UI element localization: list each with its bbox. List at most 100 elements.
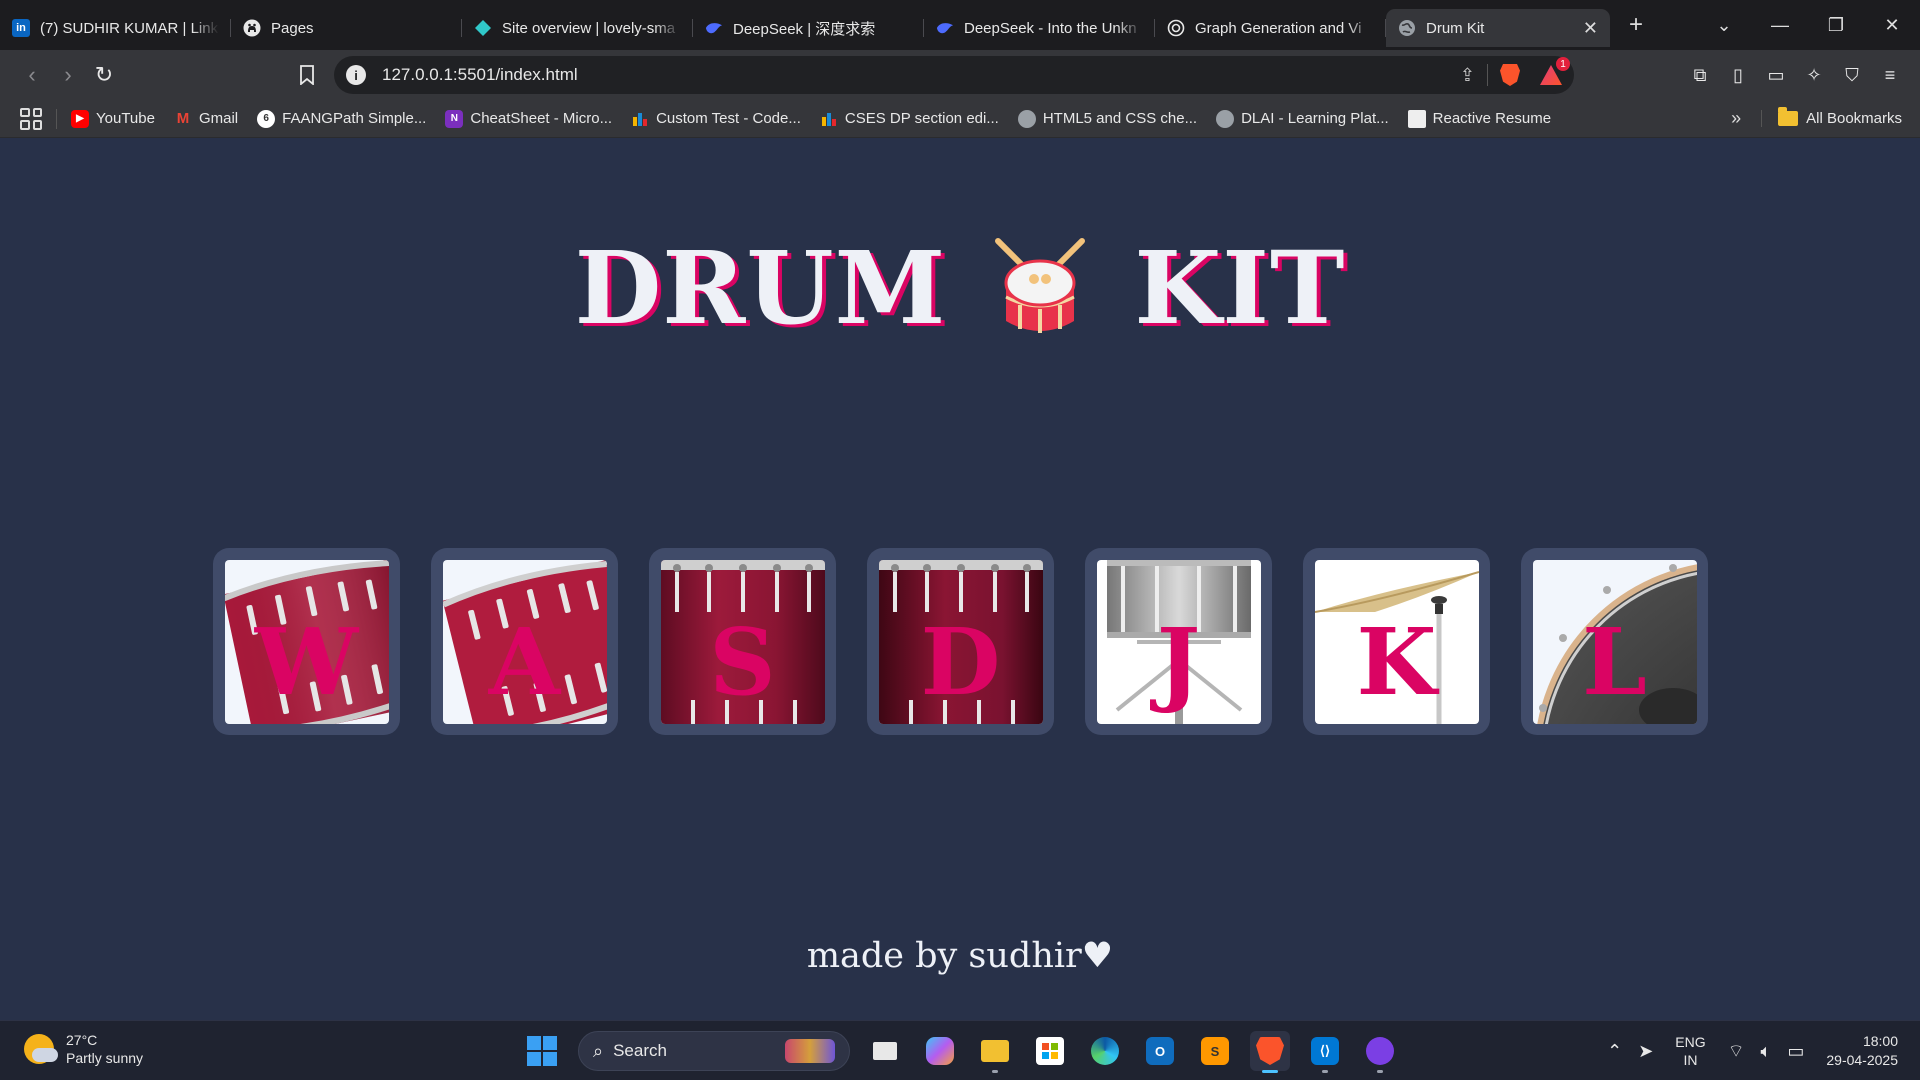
bookmark-label: FAANGPath Simple... bbox=[282, 110, 427, 127]
wifi-icon[interactable]: ⌔ bbox=[1728, 1040, 1745, 1063]
page-title: DRUM KIT bbox=[0, 229, 1920, 347]
weather-condition: Partly sunny bbox=[66, 1050, 144, 1066]
copilot-icon[interactable] bbox=[920, 1031, 960, 1071]
tab-deepseek-2[interactable]: DeepSeek - Into the Unkn bbox=[924, 9, 1155, 47]
drum-key-label: j bbox=[1156, 607, 1201, 716]
tab-github-pages[interactable]: Pages bbox=[231, 9, 462, 47]
language-indicator[interactable]: ENG IN bbox=[1675, 1033, 1705, 1069]
bookmark-page-icon[interactable] bbox=[292, 60, 322, 90]
microsoft-store-icon[interactable] bbox=[1030, 1031, 1070, 1071]
bookmark-reactive-resume[interactable]: Reactive Resume bbox=[1407, 109, 1551, 128]
drum-button-j[interactable]: j bbox=[1085, 548, 1272, 735]
new-tab-button[interactable]: + bbox=[1616, 5, 1656, 45]
all-bookmarks-button[interactable]: All Bookmarks bbox=[1761, 107, 1902, 127]
tab-deepseek[interactable]: DeepSeek | 深度求索 bbox=[693, 9, 924, 47]
brave-browser-icon[interactable] bbox=[1250, 1031, 1290, 1073]
more-bookmarks-chevron-icon[interactable]: » bbox=[1731, 108, 1741, 129]
notification-badge: 1 bbox=[1556, 57, 1570, 71]
sublime-text-icon[interactable]: S bbox=[1195, 1031, 1235, 1071]
drum-button-l[interactable]: l bbox=[1521, 548, 1708, 735]
file-explorer-icon[interactable] bbox=[975, 1031, 1015, 1073]
bookmark-label: DLAI - Learning Plat... bbox=[1241, 110, 1389, 127]
bookmark-faangpath[interactable]: 6 FAANGPath Simple... bbox=[257, 109, 427, 128]
onenote-icon: N bbox=[445, 109, 464, 128]
deepseek-icon bbox=[705, 19, 723, 37]
back-button[interactable]: ‹ bbox=[14, 57, 50, 93]
gmail-icon: M bbox=[176, 110, 190, 127]
location-icon[interactable]: ➤ bbox=[1638, 1041, 1653, 1062]
wallet-icon[interactable]: ▭ bbox=[1764, 63, 1788, 87]
sidebar-icon[interactable]: ▯ bbox=[1726, 63, 1750, 87]
youtube-icon: ▶ bbox=[71, 109, 89, 128]
restore-button[interactable]: ❐ bbox=[1808, 15, 1864, 36]
vscode-icon[interactable]: ⟨⟩ bbox=[1305, 1031, 1345, 1073]
bookmark-html5-css[interactable]: HTML5 and CSS che... bbox=[1017, 109, 1198, 128]
drum-button-k[interactable]: k bbox=[1303, 548, 1490, 735]
url-input[interactable] bbox=[382, 65, 1382, 85]
faangpath-icon: 6 bbox=[257, 109, 276, 128]
drum-button-a[interactable]: a bbox=[431, 548, 618, 735]
clock[interactable]: 18:00 29-04-2025 bbox=[1826, 1032, 1898, 1070]
close-window-button[interactable]: ✕ bbox=[1864, 15, 1920, 36]
volume-icon[interactable]: 🔈︎ bbox=[1761, 1041, 1772, 1062]
weather-widget[interactable]: 27°C Partly sunny bbox=[24, 1031, 143, 1067]
bookmark-gmail[interactable]: M Gmail bbox=[174, 110, 238, 128]
tab-search-chevron-icon[interactable]: ⌄ bbox=[1696, 15, 1752, 36]
linkedin-icon: in bbox=[12, 19, 30, 37]
battery-icon[interactable]: ▭ bbox=[1787, 1041, 1804, 1062]
tab-title: Graph Generation and Vi bbox=[1195, 19, 1362, 37]
leo-ai-icon[interactable]: ✧ bbox=[1802, 63, 1826, 87]
search-highlight-icon bbox=[785, 1039, 835, 1063]
drum-button-w[interactable]: w bbox=[213, 548, 400, 735]
github-desktop-icon[interactable] bbox=[1360, 1031, 1400, 1073]
tab-netlify[interactable]: Site overview | lovely-sma bbox=[462, 9, 693, 47]
bookmark-label: Custom Test - Code... bbox=[656, 110, 801, 127]
chevron-up-icon[interactable]: ⌃ bbox=[1607, 1041, 1622, 1062]
system-tray: ⌃ ➤ ENG IN ⌔ 🔈︎ ▭ 18:00 29-04-2025 bbox=[1599, 1021, 1920, 1080]
share-icon[interactable]: ⇪ bbox=[1460, 65, 1475, 86]
drum-key-label: w bbox=[254, 607, 359, 716]
tab-linkedin[interactable]: in (7) SUDHIR KUMAR | LinkedIn bbox=[0, 9, 231, 47]
taskbar-search[interactable]: ⌕ Search bbox=[578, 1031, 850, 1071]
bookmark-dlai[interactable]: DLAI - Learning Plat... bbox=[1216, 109, 1389, 128]
minimize-button[interactable]: — bbox=[1752, 15, 1808, 36]
tab-drum-kit[interactable]: Drum Kit ✕ bbox=[1386, 9, 1610, 47]
bookmark-label: Gmail bbox=[198, 110, 239, 127]
brave-rewards-icon[interactable]: 1 bbox=[1540, 57, 1570, 85]
brave-shields-icon[interactable] bbox=[1500, 64, 1520, 86]
drum-button-s[interactable]: s bbox=[649, 548, 836, 735]
tab-strip: in (7) SUDHIR KUMAR | LinkedIn Pages Sit… bbox=[0, 0, 1920, 50]
tab-graph-generation[interactable]: Graph Generation and Vi bbox=[1155, 9, 1386, 47]
windows-start-icon[interactable] bbox=[527, 1036, 557, 1066]
page-content: DRUM KIT W A S D J K L made by sudhir♥ bbox=[0, 139, 1920, 1020]
bookmark-youtube[interactable]: ▶ YouTube bbox=[71, 109, 155, 128]
divider bbox=[1487, 64, 1488, 86]
partly-sunny-icon bbox=[24, 1034, 58, 1064]
bookmark-cses[interactable]: CSES DP section edi... bbox=[820, 110, 999, 128]
menu-icon[interactable]: ≡ bbox=[1878, 63, 1902, 87]
deepseek-icon bbox=[936, 19, 954, 37]
kick-drum-image: l bbox=[1532, 559, 1697, 724]
vpn-shield-icon[interactable]: ⛉ bbox=[1840, 63, 1864, 87]
site-info-icon[interactable]: i bbox=[346, 65, 366, 85]
bookmark-label: HTML5 and CSS che... bbox=[1042, 110, 1198, 127]
bookmark-label: CheatSheet - Micro... bbox=[470, 110, 613, 127]
reactive-resume-icon bbox=[1407, 109, 1426, 128]
drum-button-d[interactable]: d bbox=[867, 548, 1054, 735]
bookmark-cheatsheet[interactable]: N CheatSheet - Micro... bbox=[445, 109, 613, 128]
reload-button[interactable]: ↻ bbox=[86, 57, 122, 93]
task-view-icon[interactable] bbox=[865, 1031, 905, 1071]
close-icon[interactable]: ✕ bbox=[1583, 18, 1598, 39]
edge-icon[interactable] bbox=[1085, 1031, 1125, 1071]
extensions-icon[interactable]: ⧉ bbox=[1688, 63, 1712, 87]
bookmark-custom-test[interactable]: Custom Test - Code... bbox=[631, 110, 801, 128]
tab-title: Pages bbox=[271, 19, 314, 37]
forward-button[interactable]: › bbox=[50, 57, 86, 93]
tab-title: DeepSeek | 深度求索 bbox=[733, 20, 876, 38]
drum-key-label: a bbox=[488, 607, 561, 716]
outlook-icon[interactable]: O bbox=[1140, 1031, 1180, 1071]
address-bar[interactable]: i ⇪ 1 bbox=[334, 56, 1574, 94]
taskbar-apps: ⌕ Search O S ⟨⟩ bbox=[527, 1031, 1400, 1073]
codeforces-icon bbox=[820, 110, 838, 128]
apps-grid-icon[interactable] bbox=[20, 107, 42, 130]
